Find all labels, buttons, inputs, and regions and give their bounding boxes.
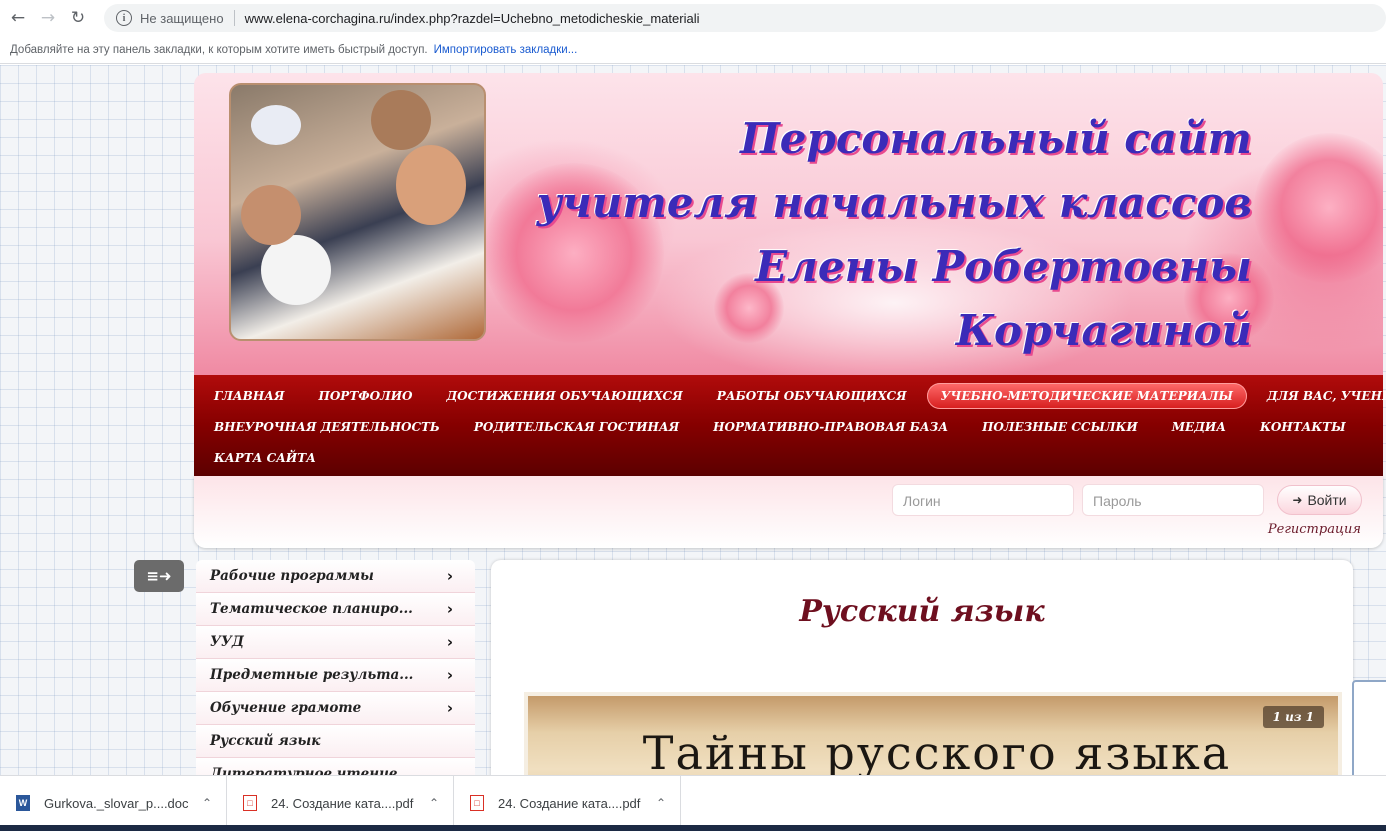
chevron-up-icon[interactable]: ⌃ bbox=[429, 796, 439, 810]
menu-item-regulations[interactable]: НОРМАТИВНО-ПРАВОВАЯ БАЗА bbox=[699, 414, 962, 440]
download-filename: Gurkova._slovar_p....doc bbox=[44, 795, 189, 811]
site-title-line: Персональный сайт bbox=[740, 114, 1252, 163]
menu-item-teaching-materials[interactable]: УЧЕБНО-МЕТОДИЧЕСКИЕ МАТЕРИАЛЫ bbox=[926, 382, 1247, 409]
word-document-icon: W bbox=[16, 795, 30, 811]
chevron-up-icon[interactable]: ⌃ bbox=[202, 796, 212, 810]
sidebar-item-reading[interactable]: Литературное чтение bbox=[196, 758, 475, 775]
chevron-right-icon: › bbox=[446, 633, 453, 651]
sidebar-item-label: Предметные результа... bbox=[210, 667, 414, 683]
menu-row: ГЛАВНАЯ ПОРТФОЛИО ДОСТИЖЕНИЯ ОБУЧАЮЩИХСЯ… bbox=[200, 380, 1386, 411]
download-item[interactable]: W Gurkova._slovar_p....doc ⌃ bbox=[0, 776, 227, 830]
menu-item-student-works[interactable]: РАБОТЫ ОБУЧАЮЩИХСЯ bbox=[703, 383, 921, 409]
login-button[interactable]: ➜ Войти bbox=[1277, 485, 1362, 515]
sidebar-item-subject-results[interactable]: Предметные результа... › bbox=[196, 659, 475, 692]
menu-arrow-icon: ≡➜ bbox=[146, 567, 172, 585]
sidebar-item-label: УУД bbox=[210, 634, 244, 650]
bookmarks-bar: Добавляйте на эту панель закладки, к кот… bbox=[0, 36, 1386, 64]
sidebar-item-thematic-planning[interactable]: Тематическое планиро... › bbox=[196, 593, 475, 626]
download-item[interactable]: □ 24. Создание ката....pdf ⌃ bbox=[227, 776, 454, 830]
menu-item-media[interactable]: МЕДИА bbox=[1158, 414, 1240, 440]
bookmarks-hint: Добавляйте на эту панель закладки, к кот… bbox=[10, 43, 428, 56]
menu-item-portfolio[interactable]: ПОРТФОЛИО bbox=[305, 383, 427, 409]
address-bar[interactable]: i Не защищено www.elena-corchagina.ru/in… bbox=[104, 4, 1386, 32]
site-title-line: Елены Робертовны bbox=[755, 242, 1252, 291]
login-input[interactable]: Логин bbox=[892, 484, 1074, 516]
site-title-line: учителя начальных классов bbox=[536, 178, 1252, 227]
chevron-right-icon: › bbox=[446, 600, 453, 618]
main-menu: ГЛАВНАЯ ПОРТФОЛИО ДОСТИЖЕНИЯ ОБУЧАЮЩИХСЯ… bbox=[194, 375, 1386, 476]
site-banner: Персональный сайт учителя начальных клас… bbox=[194, 73, 1383, 375]
side-popup-window[interactable] bbox=[1352, 680, 1386, 775]
forward-arrow-icon[interactable]: → bbox=[36, 6, 60, 30]
omnibox-divider bbox=[233, 10, 235, 26]
import-bookmarks-link[interactable]: Импортировать закладки... bbox=[434, 44, 578, 56]
menu-item-parents[interactable]: РОДИТЕЛЬСКАЯ ГОСТИНАЯ bbox=[460, 414, 693, 440]
password-input[interactable]: Пароль bbox=[1082, 484, 1264, 516]
menu-item-extracurricular[interactable]: ВНЕУРОЧНАЯ ДЕЯТЕЛЬНОСТЬ bbox=[200, 414, 454, 440]
content-panel: Русский язык Тайны русского языка 1 из 1 bbox=[491, 560, 1353, 775]
sign-in-icon: ➜ bbox=[1292, 493, 1303, 507]
menu-item-contacts[interactable]: КОНТАКТЫ bbox=[1246, 414, 1360, 440]
os-taskbar bbox=[0, 825, 1386, 831]
reload-icon[interactable]: ↻ bbox=[66, 6, 90, 30]
sidebar-toggle-button[interactable]: ≡➜ bbox=[134, 560, 184, 592]
sidebar-item-russian[interactable]: Русский язык bbox=[196, 725, 475, 758]
slide-image-text: Тайны русского языка bbox=[642, 726, 1232, 775]
download-item[interactable]: □ 24. Создание ката....pdf ⌃ bbox=[454, 776, 681, 830]
menu-row: КАРТА САЙТА bbox=[200, 442, 1383, 473]
sidebar-item-literacy[interactable]: Обучение грамоте › bbox=[196, 692, 475, 725]
menu-item-useful-links[interactable]: ПОЛЕЗНЫЕ ССЫЛКИ bbox=[968, 414, 1152, 440]
sidebar-menu: Рабочие программы › Тематическое планиро… bbox=[196, 560, 475, 775]
site-title-line: Корчагиной bbox=[955, 306, 1252, 355]
sidebar-item-label: Тематическое планиро... bbox=[210, 601, 413, 617]
site-title: Персональный сайт учителя начальных клас… bbox=[537, 107, 1252, 363]
menu-item-sitemap[interactable]: КАРТА САЙТА bbox=[200, 445, 330, 471]
sidebar-item-label: Рабочие программы bbox=[210, 568, 374, 584]
sidebar-item-work-programs[interactable]: Рабочие программы › bbox=[196, 560, 475, 593]
chevron-right-icon: › bbox=[446, 666, 453, 684]
pdf-icon: □ bbox=[243, 795, 257, 811]
download-filename: 24. Создание ката....pdf bbox=[498, 795, 641, 811]
chevron-right-icon: › bbox=[446, 567, 453, 585]
url-text[interactable]: www.elena-corchagina.ru/index.php?razdel… bbox=[245, 11, 700, 26]
register-link[interactable]: Регистрация bbox=[1268, 522, 1361, 537]
page-title: Русский язык bbox=[799, 594, 1045, 629]
menu-item-achievements[interactable]: ДОСТИЖЕНИЯ ОБУЧАЮЩИХСЯ bbox=[433, 383, 697, 409]
info-icon[interactable]: i bbox=[116, 10, 132, 26]
chevron-right-icon: › bbox=[446, 699, 453, 717]
slide-counter: 1 из 1 bbox=[1262, 706, 1324, 728]
sidebar-item-uud[interactable]: УУД › bbox=[196, 626, 475, 659]
sidebar-item-label: Литературное чтение bbox=[210, 766, 398, 775]
chevron-up-icon[interactable]: ⌃ bbox=[656, 796, 666, 810]
flower-decoration bbox=[1254, 133, 1383, 283]
browser-toolbar: ← → ↻ i Не защищено www.elena-corchagina… bbox=[0, 0, 1386, 36]
downloads-bar: W Gurkova._slovar_p....doc ⌃ □ 24. Созда… bbox=[0, 775, 1386, 831]
page-viewport: Персональный сайт учителя начальных клас… bbox=[0, 65, 1386, 775]
security-label[interactable]: Не защищено bbox=[140, 11, 224, 26]
login-button-label: Войти bbox=[1307, 492, 1347, 508]
sidebar-item-label: Русский язык bbox=[210, 733, 321, 749]
pdf-icon: □ bbox=[470, 795, 484, 811]
slideshow[interactable]: Тайны русского языка 1 из 1 bbox=[524, 692, 1342, 775]
classroom-photo bbox=[229, 83, 486, 341]
menu-row: ВНЕУРОЧНАЯ ДЕЯТЕЛЬНОСТЬ РОДИТЕЛЬСКАЯ ГОС… bbox=[200, 411, 1383, 442]
menu-item-main[interactable]: ГЛАВНАЯ bbox=[200, 383, 299, 409]
back-arrow-icon[interactable]: ← bbox=[6, 6, 30, 30]
download-filename: 24. Создание ката....pdf bbox=[271, 795, 414, 811]
menu-item-for-students[interactable]: ДЛЯ ВАС, УЧЕНИКИ! bbox=[1253, 383, 1386, 409]
login-bar: Логин Пароль ➜ Войти Регистрация bbox=[194, 476, 1383, 548]
sidebar-item-label: Обучение грамоте bbox=[210, 700, 362, 716]
